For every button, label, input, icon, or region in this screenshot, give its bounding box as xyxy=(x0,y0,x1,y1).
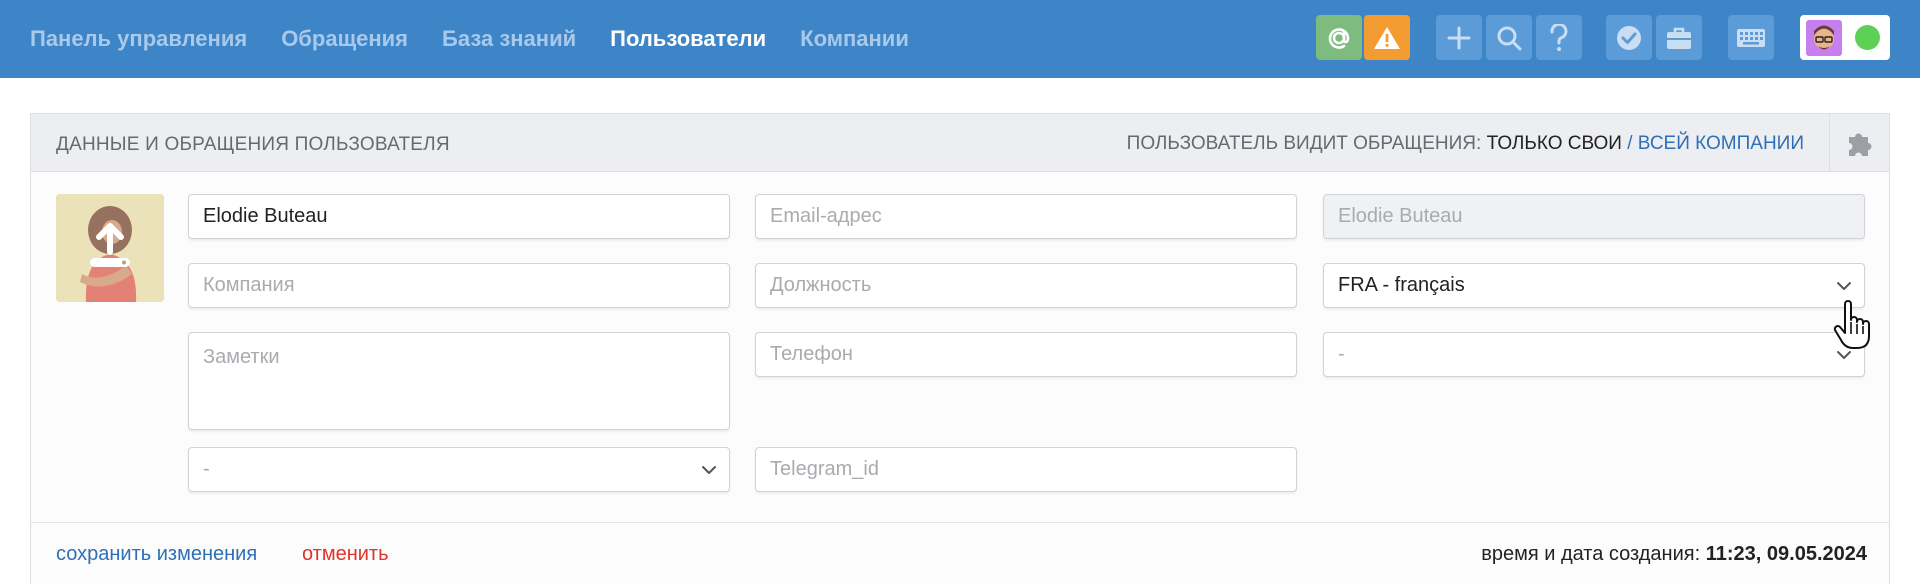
language-select[interactable]: FRA - français xyxy=(1323,263,1865,308)
help-button[interactable] xyxy=(1536,15,1582,60)
keyboard-button[interactable] xyxy=(1728,15,1774,60)
avatar-upload[interactable] xyxy=(56,194,164,302)
user-details-card: ДАННЫЕ И ОБРАЩЕНИЯ ПОЛЬЗОВАТЕЛЯ ПОЛЬЗОВА… xyxy=(30,113,1890,584)
chevron-down-icon xyxy=(1837,282,1851,290)
hand-pointer-cursor-icon xyxy=(1833,300,1870,349)
secondary-select-right[interactable]: - xyxy=(1323,332,1865,377)
notes-textarea[interactable]: Заметки xyxy=(188,332,730,430)
chevron-down-icon xyxy=(702,466,716,474)
phone-input[interactable]: Телефон xyxy=(755,332,1297,377)
briefcase-button[interactable] xyxy=(1656,15,1702,60)
company-input[interactable]: Компания xyxy=(188,263,730,308)
user-profile-button[interactable] xyxy=(1800,15,1890,60)
ticket-visibility: ПОЛЬЗОВАТЕЛЬ ВИДИТ ОБРАЩЕНИЯ: ТОЛЬКО СВО… xyxy=(1127,133,1804,155)
visibility-label: ПОЛЬЗОВАТЕЛЬ ВИДИТ ОБРАЩЕНИЯ: xyxy=(1126,133,1482,154)
secondary-select-left-value: - xyxy=(203,458,210,480)
email-input[interactable]: Email-адрес xyxy=(755,194,1297,239)
position-input[interactable]: Должность xyxy=(755,263,1297,308)
badge-check-icon xyxy=(1617,25,1641,50)
display-name-field: Elodie Buteau xyxy=(1323,194,1865,239)
nav-companies[interactable]: Компании xyxy=(800,26,909,52)
nav-dashboard[interactable]: Панель управления xyxy=(30,26,247,52)
help-icon xyxy=(1550,23,1568,51)
visibility-own-option[interactable]: ТОЛЬКО СВОИ xyxy=(1487,133,1622,154)
warning-icon xyxy=(1374,26,1400,49)
briefcase-icon xyxy=(1667,27,1691,49)
search-button[interactable] xyxy=(1486,15,1532,60)
secondary-select-left[interactable]: - xyxy=(188,447,730,492)
footer-divider xyxy=(31,522,1889,523)
keyboard-icon xyxy=(1737,28,1765,47)
save-changes-link[interactable]: сохранить изменения xyxy=(56,543,257,566)
top-navigation-bar: Панель управления Обращения База знаний … xyxy=(0,0,1920,78)
user-avatar xyxy=(1806,20,1842,56)
nav-users[interactable]: Пользователи xyxy=(610,26,766,52)
alerts-button[interactable] xyxy=(1364,15,1410,60)
created-value: 11:23, 09.05.2024 xyxy=(1705,543,1867,565)
search-icon xyxy=(1497,26,1522,50)
visibility-separator: / xyxy=(1627,133,1633,154)
card-title: ДАННЫЕ И ОБРАЩЕНИЯ ПОЛЬЗОВАТЕЛЯ xyxy=(56,134,450,155)
nav-knowledge-base[interactable]: База знаний xyxy=(442,26,576,52)
card-header: ДАННЫЕ И ОБРАЩЕНИЯ ПОЛЬЗОВАТЕЛЯ ПОЛЬЗОВА… xyxy=(31,114,1889,172)
full-name-input[interactable]: Elodie Buteau xyxy=(188,194,730,239)
telegram-id-input[interactable]: Telegram_id xyxy=(755,447,1297,492)
mentions-button[interactable] xyxy=(1316,15,1362,60)
creation-timestamp: время и дата создания: 11:23, 09.05.2024 xyxy=(1481,543,1867,566)
verified-button[interactable] xyxy=(1606,15,1652,60)
created-label: время и дата создания: xyxy=(1481,543,1701,565)
plus-icon xyxy=(1447,26,1471,49)
language-select-value: FRA - français xyxy=(1338,274,1465,296)
upload-icon xyxy=(90,223,130,267)
online-status-dot xyxy=(1855,25,1880,50)
integrations-button[interactable] xyxy=(1829,114,1889,172)
at-icon xyxy=(1328,27,1350,49)
nav-tickets[interactable]: Обращения xyxy=(281,26,408,52)
visibility-company-option[interactable]: ВСЕЙ КОМПАНИИ xyxy=(1638,133,1804,154)
puzzle-icon xyxy=(1848,133,1871,156)
secondary-select-right-value: - xyxy=(1338,343,1345,365)
main-nav: Панель управления Обращения База знаний … xyxy=(30,0,943,78)
cancel-link[interactable]: отменить xyxy=(302,543,389,566)
add-button[interactable] xyxy=(1436,15,1482,60)
